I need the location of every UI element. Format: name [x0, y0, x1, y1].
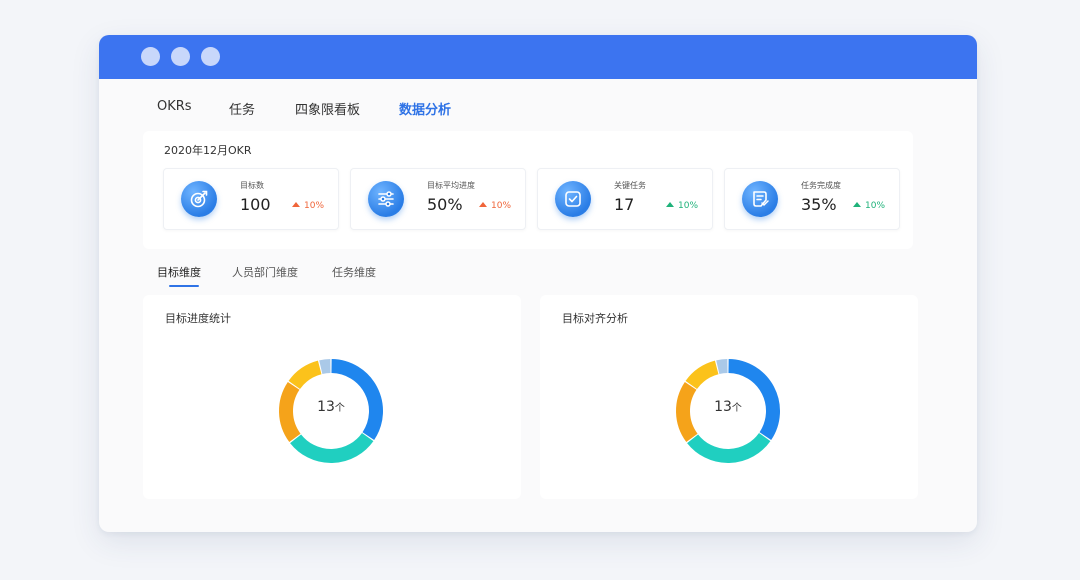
donut-center-label: 13个	[714, 399, 742, 415]
kpi-value: 50%	[427, 195, 463, 214]
trend-up-icon	[666, 202, 674, 207]
kpi-value: 100	[240, 195, 271, 214]
kpi-card-task-completion[interactable]: 任务完成度 35% 10%	[724, 168, 900, 230]
donut-slice-1[interactable]	[290, 432, 374, 463]
kpi-trend: 10%	[853, 201, 885, 211]
kpi-trend: 10%	[479, 201, 511, 211]
target-icon	[181, 181, 217, 217]
chart-title: 目标进度统计	[165, 312, 231, 325]
chart-title: 目标对齐分析	[562, 312, 628, 325]
tab-task-dimension[interactable]: 任务维度	[332, 264, 376, 280]
window-control-dot[interactable]	[141, 47, 160, 66]
window-control-dot[interactable]	[171, 47, 190, 66]
trend-up-icon	[853, 202, 861, 207]
tab-people-department-dimension[interactable]: 人员部门维度	[232, 264, 298, 280]
kpi-card-objective-count[interactable]: 目标数 100 10%	[163, 168, 339, 230]
donut-slice-4[interactable]	[319, 359, 331, 375]
app-window: OKRs 任务 四象限看板 数据分析 2020年12月OKR 目标数 100 1…	[99, 35, 977, 532]
kpi-label: 任务完成度	[801, 181, 841, 190]
donut-slice-3[interactable]	[288, 360, 322, 390]
kpi-panel: 2020年12月OKR 目标数 100 10% 目标平均进度 50% 10% 关…	[143, 131, 913, 249]
donut-slice-1[interactable]	[687, 432, 771, 463]
kpi-value: 35%	[801, 195, 837, 214]
window-titlebar	[99, 35, 977, 79]
kpi-card-key-tasks[interactable]: 关键任务 17 10%	[537, 168, 713, 230]
window-control-dot[interactable]	[201, 47, 220, 66]
document-icon	[742, 181, 778, 217]
kpi-trend: 10%	[666, 201, 698, 211]
nav-item-okrs[interactable]: OKRs	[157, 99, 192, 114]
tab-objective-dimension[interactable]: 目标维度	[157, 264, 201, 280]
checkbox-icon	[555, 181, 591, 217]
donut-center-label: 13个	[317, 399, 345, 415]
donut-slice-3[interactable]	[685, 360, 719, 390]
active-tab-indicator	[169, 285, 199, 287]
donut-slice-4[interactable]	[716, 359, 728, 375]
sliders-icon	[368, 181, 404, 217]
kpi-trend: 10%	[292, 201, 324, 211]
nav-item-quadrant-board[interactable]: 四象限看板	[295, 99, 360, 118]
trend-up-icon	[479, 202, 487, 207]
chart-panel-progress: 目标进度统计 13个	[143, 295, 521, 499]
kpi-label: 目标平均进度	[427, 181, 475, 190]
chart-panel-alignment: 目标对齐分析 13个	[540, 295, 918, 499]
kpi-card-average-progress[interactable]: 目标平均进度 50% 10%	[350, 168, 526, 230]
period-label: 2020年12月OKR	[164, 144, 252, 157]
kpi-label: 关键任务	[614, 181, 646, 190]
nav-item-tasks[interactable]: 任务	[229, 99, 255, 118]
kpi-value: 17	[614, 195, 635, 214]
nav-item-data-analysis[interactable]: 数据分析	[399, 99, 451, 118]
trend-up-icon	[292, 202, 300, 207]
kpi-label: 目标数	[240, 181, 264, 190]
